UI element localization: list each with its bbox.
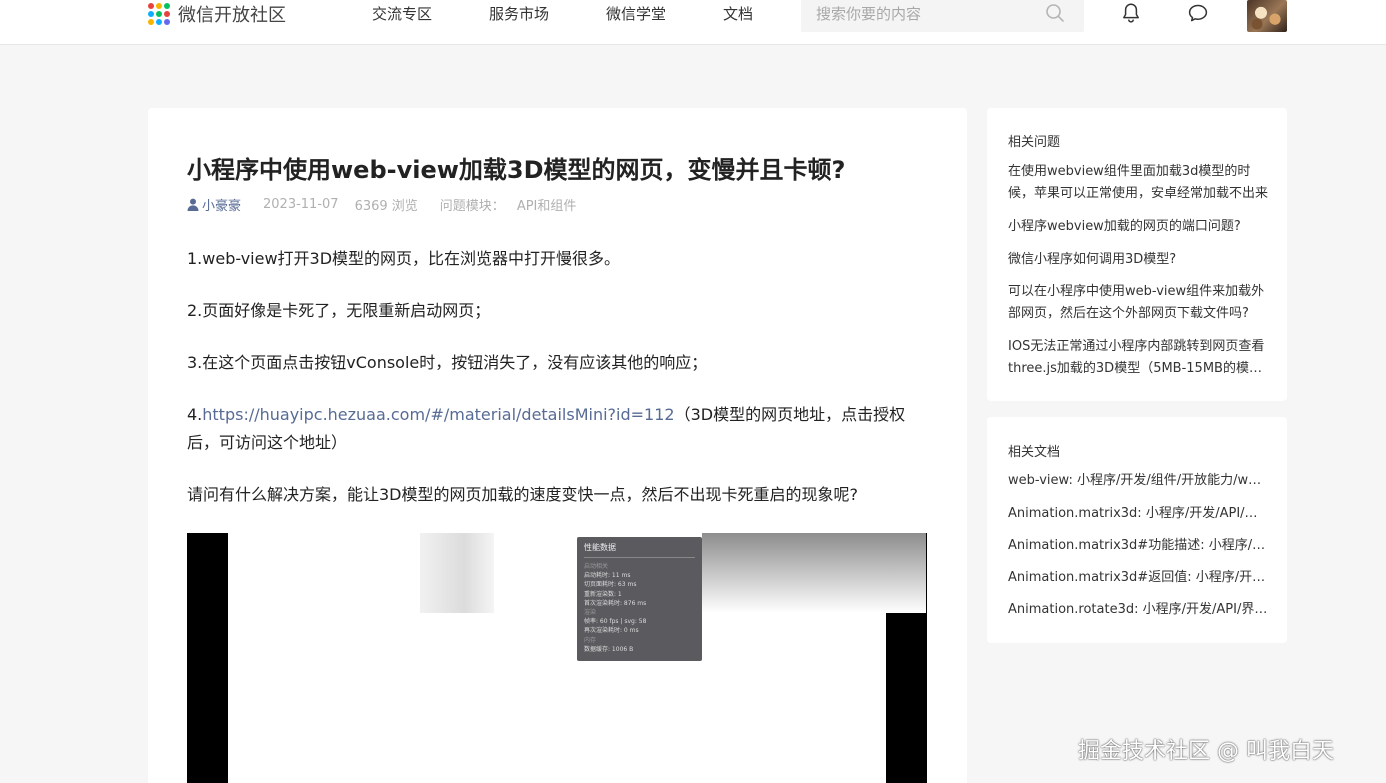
performance-panel-divider <box>584 557 695 558</box>
logo-dot <box>148 3 154 9</box>
message-icon[interactable] <box>1187 3 1209 23</box>
performance-panel-line: 渲染 <box>584 609 597 617</box>
related-docs-heading: 相关文档 <box>1008 445 1061 460</box>
paragraph-3: 3.在这个页面点击按钮vConsole时，按钮消失了，没有应该其他的响应； <box>187 353 708 372</box>
site-logo[interactable]: 微信开放社区 <box>148 0 286 28</box>
performance-panel-line: 帧率: 60 fps | svg: 58 <box>584 618 647 626</box>
nav-item-service-market[interactable]: 服务市场 <box>489 3 549 24</box>
logo-dot <box>164 19 170 25</box>
paragraph-4-prefix: 4. <box>187 405 203 424</box>
user-avatar[interactable] <box>1247 0 1287 32</box>
related-doc-item[interactable]: Animation.rotate3d: 小程序/开发/API/界面/动画 <box>1008 599 1268 621</box>
search-input[interactable] <box>801 0 1041 28</box>
related-doc-item[interactable]: Animation.matrix3d: 小程序/开发/API/界面/动画 <box>1008 503 1268 525</box>
search-icon[interactable] <box>1045 3 1065 23</box>
performance-panel-lines: 启动相关启动耗时: 11 ms 切页面耗时: 63 ms 重新渲染数: 1 首次渲染耗… <box>584 562 695 654</box>
nav-item-community[interactable]: 交流专区 <box>372 3 432 24</box>
related-question-item[interactable]: 可以在小程序中使用web-view组件来加载外部网页，然后在这个外部网页下载文件… <box>1008 281 1268 325</box>
logo-dot <box>156 11 162 17</box>
logo-dot <box>164 3 170 9</box>
model-page-link[interactable]: https://huayipc.hezuaa.com/#/material/de… <box>202 405 674 424</box>
nav-item-academy[interactable]: 微信学堂 <box>606 3 666 24</box>
performance-panel-line: 数据缓存: 1006 B <box>584 645 634 653</box>
view-count: 6369 浏览 <box>354 199 418 214</box>
related-docs-card: 相关文档 web-view: 小程序/开发/组件/开放能力/web-view A… <box>987 417 1287 643</box>
paragraph-1: 1.web-view打开3D模型的网页，比在浏览器中打开慢很多。 <box>187 249 621 268</box>
related-questions-heading: 相关问题 <box>1008 135 1061 150</box>
logo-dot <box>156 19 162 25</box>
performance-panel-line: 首次渲染耗时: 876 ms <box>584 599 647 607</box>
notification-bell-icon[interactable] <box>1121 2 1141 24</box>
logo-text: 微信开放社区 <box>178 5 286 26</box>
paragraph-4: 4.https://huayipc.hezuaa.com/#/material/… <box>187 401 929 457</box>
related-question-item[interactable]: 在使用webview组件里面加载3d模型的时候，苹果可以正常使用，安卓经常加载不… <box>1008 161 1268 205</box>
performance-panel-title: 性能数据 <box>584 543 616 552</box>
logo-dot <box>156 3 162 9</box>
related-doc-item[interactable]: web-view: 小程序/开发/组件/开放能力/web-view <box>1008 470 1268 492</box>
related-doc-item[interactable]: Animation.matrix3d#返回值: 小程序/开发/API/界面/动画 <box>1008 567 1268 589</box>
watermark: 掘金技术社区 @ 叫我白天 <box>1078 739 1334 764</box>
performance-panel-line: 切页面耗时: 63 ms <box>584 581 637 589</box>
author-link[interactable]: 小豪豪 <box>202 195 241 214</box>
logo-dot <box>148 19 154 25</box>
question-title: 小程序中使用web-view加载3D模型的网页，变慢并且卡顿? <box>187 156 846 184</box>
related-doc-item[interactable]: Animation.matrix3d#功能描述: 小程序/开发/API/界面/动… <box>1008 535 1268 557</box>
performance-panel-line: 启动相关 <box>584 563 609 570</box>
user-icon <box>187 198 199 211</box>
related-question-item[interactable]: 微信小程序如何调用3D模型? <box>1008 249 1268 271</box>
related-question-item[interactable]: 小程序webview加载的网页的端口问题? <box>1008 216 1268 238</box>
performance-panel: 性能数据 启动相关启动耗时: 11 ms 切页面耗时: 63 ms 重新渲染数: 1… <box>577 537 702 661</box>
question-meta: 小豪豪 2023-11-07 6369 浏览 问题模块： API和组件 <box>187 195 576 214</box>
logo-dot <box>148 11 154 17</box>
search-box <box>801 0 1084 32</box>
screenshot-gradient <box>702 533 926 613</box>
screenshot-content: 性能数据 启动相关启动耗时: 11 ms 切页面耗时: 63 ms 重新渲染数: 1… <box>228 533 926 783</box>
related-questions-card: 相关问题 在使用webview组件里面加载3d模型的时候，苹果可以正常使用，安卓… <box>987 108 1287 401</box>
performance-panel-line: 再次渲染耗时: 0 ms <box>584 627 639 635</box>
performance-panel-line: 启动耗时: 11 ms <box>584 572 631 580</box>
paragraph-5: 请问有什么解决方案，能让3D模型的网页加载的速度变快一点，然后不出现卡死重启的现… <box>187 485 858 504</box>
logo-dot <box>164 11 170 17</box>
paragraph-2: 2.页面好像是卡死了，无限重新启动网页； <box>187 301 491 320</box>
related-question-item[interactable]: IOS无法正常通过小程序内部跳转到网页查看three.js加载的3D模型（5MB… <box>1008 336 1268 380</box>
screenshot-image: 性能数据 启动相关启动耗时: 11 ms 切页面耗时: 63 ms 重新渲染数: 1… <box>187 533 927 783</box>
question-card: 小程序中使用web-view加载3D模型的网页，变慢并且卡顿? 小豪豪 2023… <box>148 108 967 783</box>
logo-icon <box>148 3 170 25</box>
module-label: 问题模块： <box>439 199 505 214</box>
module-link[interactable]: API和组件 <box>517 195 577 214</box>
performance-panel-line: 内存 <box>584 636 597 644</box>
nav-item-docs[interactable]: 文档 <box>723 3 753 24</box>
performance-panel-line: 重新渲染数: 1 <box>584 590 622 598</box>
top-navigation-bar: 微信开放社区 交流专区 服务市场 微信学堂 文档 <box>0 0 1386 45</box>
post-date: 2023-11-07 <box>263 197 339 212</box>
screenshot-shadow <box>420 533 494 613</box>
